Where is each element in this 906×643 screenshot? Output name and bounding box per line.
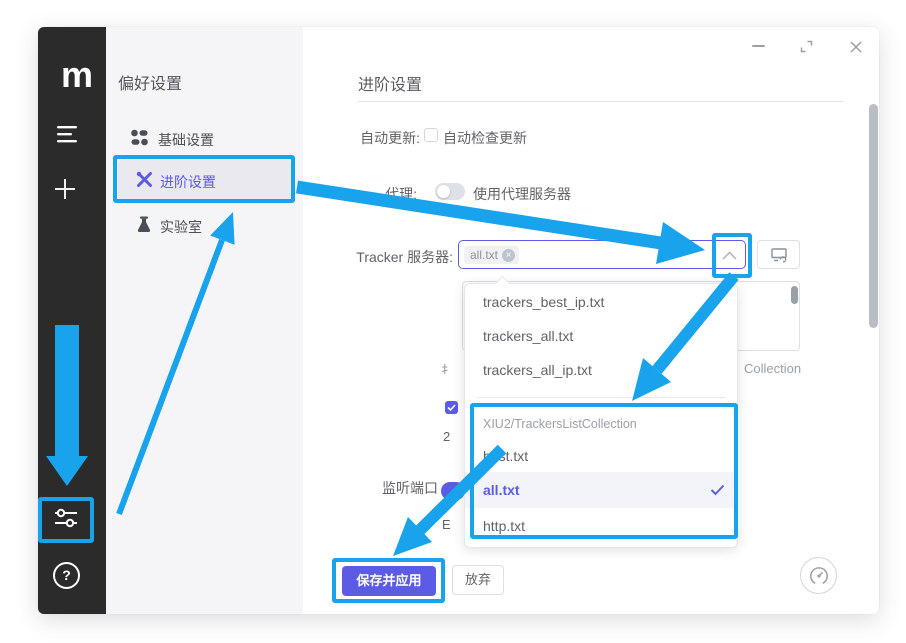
auto-update-checkbox[interactable]: [424, 128, 438, 142]
dropdown-item[interactable]: trackers_best_ip.txt: [483, 294, 604, 310]
task-list-icon[interactable]: [56, 124, 78, 144]
auto-update-checkbox-label[interactable]: 自动检查更新: [443, 128, 527, 148]
dropdown-group-divider: [477, 397, 725, 398]
dropdown-item[interactable]: trackers_all.txt: [483, 328, 573, 344]
auto-sync-checkbox-checked[interactable]: [445, 401, 458, 414]
occluded-text-letter: E: [442, 517, 451, 532]
discard-button[interactable]: 放弃: [452, 565, 504, 595]
proxy-label: 代理:: [300, 184, 417, 204]
listen-port-toggle-fragment[interactable]: [441, 482, 465, 500]
annotation-box-save-button: [332, 558, 445, 603]
annotation-box-preferences-icon: [38, 497, 94, 543]
check-icon: [445, 401, 458, 414]
textarea-scrollbar-thumb[interactable]: [791, 286, 798, 304]
hint-fragment-1: 扌: [441, 360, 448, 374]
auto-update-label: 自动更新:: [300, 128, 420, 148]
proxy-toggle[interactable]: [435, 183, 465, 200]
page-title: 进阶设置: [358, 71, 422, 95]
close-icon[interactable]: [849, 40, 863, 54]
maximize-icon[interactable]: [800, 40, 813, 53]
toggle-knob: [437, 185, 450, 198]
add-task-icon[interactable]: [54, 178, 76, 200]
sidebar-item-basic-settings[interactable]: 基础设置: [158, 130, 214, 150]
annotation-box-advanced-settings: [113, 155, 295, 203]
annotation-box-dropdown-group: [470, 403, 738, 539]
annotation-box-collapse-chevron: [712, 233, 752, 278]
speedometer-icon: [809, 566, 829, 586]
sidebar-item-lab[interactable]: 实验室: [160, 217, 202, 237]
lab-icon: [136, 216, 152, 233]
basic-settings-icon: [131, 129, 148, 146]
minimize-button[interactable]: [752, 45, 765, 47]
occluded-text-number: 2: [443, 429, 452, 444]
sync-trackers-button[interactable]: [757, 240, 800, 269]
tracker-tag: all.txt ×: [464, 246, 519, 264]
help-icon[interactable]: ?: [53, 562, 80, 589]
screenshot-stage: m ? 偏好设置 基础设置 进阶设置 实验室 进阶设置 自动更新: [0, 0, 906, 643]
app-logo: m: [60, 62, 94, 92]
title-divider: [358, 101, 843, 102]
hint-fragment-2: 〈: [441, 374, 448, 388]
dropdown-item[interactable]: trackers_all_ip.txt: [483, 362, 592, 378]
proxy-toggle-label: 使用代理服务器: [473, 184, 571, 204]
sync-icon: [770, 247, 788, 263]
listen-port-label: 监听端口: [382, 478, 438, 498]
tracker-hint-tail: Collection: [744, 361, 801, 376]
main-scrollbar-thumb[interactable]: [869, 104, 878, 328]
preferences-panel: [106, 27, 303, 614]
tracker-label: Tracker 服务器:: [310, 247, 453, 267]
preferences-title: 偏好设置: [118, 70, 182, 94]
speed-limit-button[interactable]: [800, 557, 837, 594]
tag-remove-icon[interactable]: ×: [502, 249, 515, 262]
tracker-tag-label: all.txt: [470, 248, 498, 262]
